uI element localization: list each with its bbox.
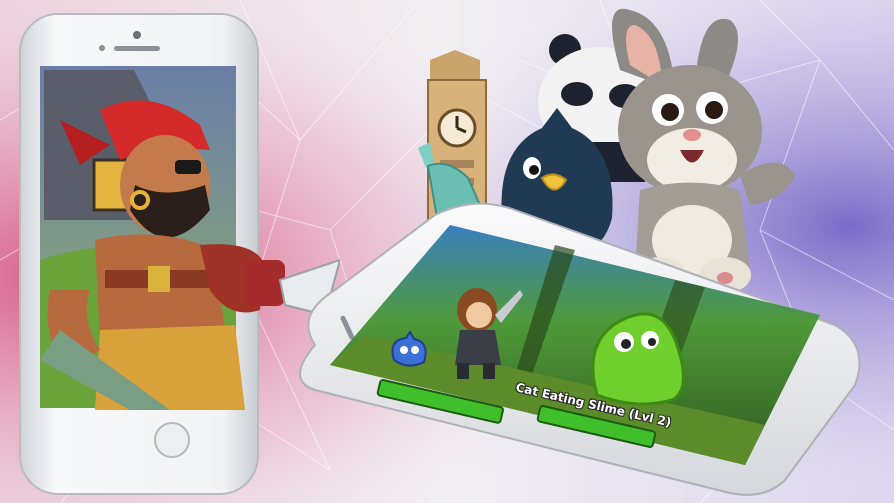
blue-bird-icon bbox=[391, 330, 427, 367]
right-phone bbox=[299, 202, 861, 496]
promo-scene: Cat Eating Slime (Lvl 2) bbox=[0, 0, 894, 503]
knight-icon bbox=[455, 288, 523, 379]
slime-icon bbox=[591, 312, 685, 406]
